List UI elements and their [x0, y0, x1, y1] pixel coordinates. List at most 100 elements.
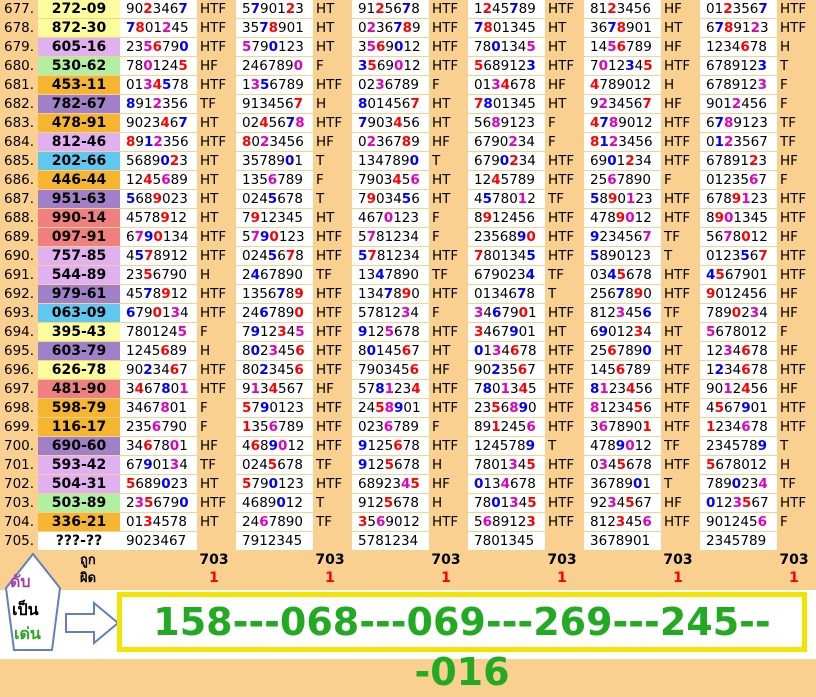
hit-code: HTF [200, 381, 227, 397]
table-row: 685. 202-66 5689023 HT 3578901 T 1347890 T 67902… [0, 152, 816, 171]
digit-set: 6790234 [468, 133, 545, 151]
table-row: 681. 453-11 0134578 HTF 1356789 HTF 0236789 F 01… [0, 76, 816, 95]
hit-code: F [432, 305, 440, 321]
table-row: 679. 605-16 2356790 HTF 5790123 HT 3569012 HTF 7… [0, 38, 816, 57]
digit-set: 3678901 [584, 475, 661, 493]
result-pair: 530-62 [38, 57, 120, 75]
hit-code: HTF [316, 77, 343, 93]
hit-code: HT [200, 476, 219, 492]
hit-code: HTF [548, 476, 575, 492]
digit-set: 2567890 [584, 342, 661, 360]
digit-set: 8123456 [584, 0, 661, 18]
digit-set: 1234678 [700, 38, 777, 56]
row-number: 681. [4, 77, 35, 93]
hit-code: HF [780, 343, 798, 359]
table-row: 700. 690-60 3467801 HF 4689012 HTF 9125678 HTF 1… [0, 437, 816, 456]
digit-set: 5790123 [236, 0, 313, 18]
table-row: 698. 598-79 3467801 F 5790123 HTF 2458901 HTF 23… [0, 399, 816, 418]
digit-set: 2467890 [236, 266, 313, 284]
digit-set: 7801345 [468, 38, 545, 56]
digit-set: 5781234 [352, 304, 429, 322]
hit-code: HTF [664, 210, 691, 226]
digit-set: 5781234 [352, 247, 429, 265]
digit-set: 5689123 [468, 114, 545, 132]
hit-code: HT [548, 20, 567, 36]
hit-code: HT [548, 39, 567, 55]
hit-code: H [780, 39, 791, 55]
digit-set: 1234678 [700, 361, 777, 379]
hit-code: HTF [664, 267, 691, 283]
digit-set: 7912345 [236, 209, 313, 227]
table-row: 688. 990-14 4578912 HT 7912345 HT 4670123 F 8912… [0, 209, 816, 228]
hit-code: HTF [664, 362, 691, 378]
hit-code: HTF [664, 134, 691, 150]
hit-code: TF [316, 267, 333, 283]
digit-set: 4689012 [236, 494, 313, 512]
hit-code: HTF [316, 343, 343, 359]
digit-set: 5890123 [584, 247, 661, 265]
table-row: 705. ???-?? 9023467 7912345 5781234 7801345 36… [0, 532, 816, 551]
hit-code: HTF [200, 286, 227, 302]
digit-set: 8023456 [236, 342, 313, 360]
row-number: 682. [4, 96, 35, 112]
result-pair: 626-78 [38, 361, 120, 379]
table-row: 694. 395-43 7801245 F 7912345 HTF 9125678 HTF 34… [0, 323, 816, 342]
digit-set: 5781234 [352, 228, 429, 246]
digit-set: 8123456 [584, 513, 661, 531]
result-pair: 812-46 [38, 133, 120, 151]
hit-code: HTF [432, 438, 459, 454]
hit-code: HT [200, 514, 219, 530]
digit-set: 0123567 [700, 494, 777, 512]
hit-code: HT [200, 153, 219, 169]
digit-set: 6790134 [120, 228, 197, 246]
row-number: 696. [4, 362, 35, 378]
digit-set: 3467901 [468, 304, 545, 322]
row-number: 686. [4, 172, 35, 188]
hit-code: HTF [780, 419, 807, 435]
digit-set: 5790123 [236, 399, 313, 417]
result-pair: 097-91 [38, 228, 120, 246]
row-number: 679. [4, 39, 35, 55]
row-number: 689. [4, 229, 35, 245]
hit-code: F [548, 134, 556, 150]
result-pair: 272-09 [38, 0, 120, 18]
digit-set: 2356790 [120, 266, 197, 284]
hit-code: F [780, 96, 788, 112]
digit-set: 3467801 [120, 399, 197, 417]
hit-code: HTF [432, 286, 459, 302]
hit-code: T [780, 58, 789, 74]
row-number: 703. [4, 495, 35, 511]
badge-bot-text: เด่น [14, 624, 41, 643]
digit-set: 6789123 [700, 114, 777, 132]
hit-count: 703 [547, 552, 577, 568]
row-number: 702. [4, 476, 35, 492]
table-row: 682. 782-67 8912356 TF 9134567 H 8014567 HT 7801… [0, 95, 816, 114]
hit-code: HTF [316, 362, 343, 378]
result-pair: 690-60 [38, 437, 120, 455]
summary-row: ถูก ผิด 703 1 703 1 703 1 703 1 703 1 703 1 [0, 552, 816, 590]
hit-code: F [200, 419, 208, 435]
digit-set: 0236789 [352, 19, 429, 37]
hit-code: F [432, 419, 440, 435]
hit-code: F [548, 115, 556, 131]
digit-set: 7890234 [700, 304, 777, 322]
digit-set: 9134567 [236, 95, 313, 113]
result-pair: 478-91 [38, 114, 120, 132]
hit-code: HF [664, 495, 682, 511]
result-pair: 063-09 [38, 304, 120, 322]
hit-code: HTF [432, 248, 459, 264]
digit-set: 0123567 [700, 0, 777, 18]
hit-code: F [316, 58, 324, 74]
result-pair: 598-79 [38, 399, 120, 417]
hit-code: T [664, 248, 673, 264]
hit-code: HTF [548, 362, 575, 378]
digit-set: 7801345 [468, 532, 545, 550]
hit-code: HTF [780, 210, 807, 226]
digit-set: 8912456 [468, 418, 545, 436]
hit-code: HTF [432, 1, 459, 17]
digit-set: 8123456 [584, 399, 661, 417]
hit-code: HTF [432, 514, 459, 530]
hit-code [429, 532, 467, 550]
digit-set: 2356790 [120, 418, 197, 436]
digit-set: 0245678 [236, 456, 313, 474]
